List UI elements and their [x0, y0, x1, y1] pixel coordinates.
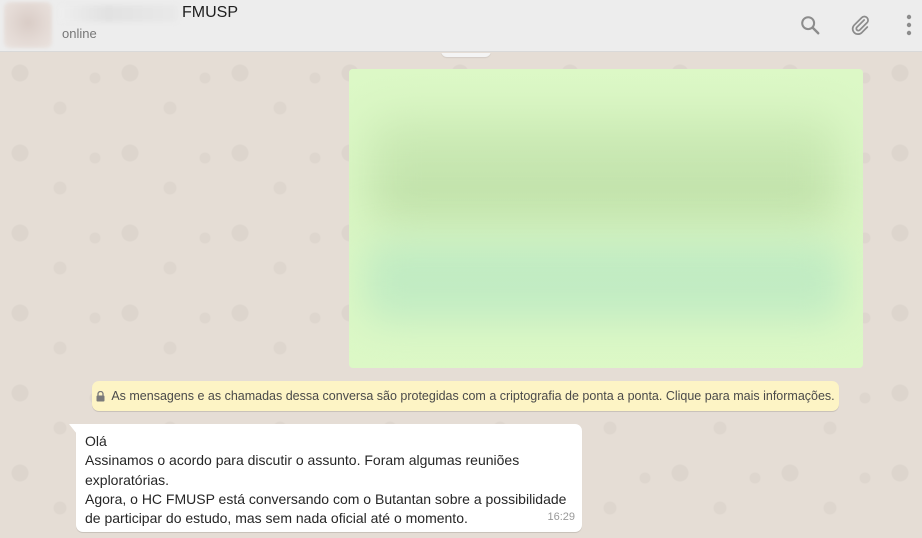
contact-avatar[interactable] [4, 2, 52, 48]
message-timestamp: 16:29 [547, 510, 575, 523]
incoming-message[interactable]: Olá Assinamos o acordo para discutir o a… [69, 424, 582, 532]
chat-header: FMUSP online [0, 0, 922, 52]
conversation-panel[interactable]: As mensagens e as chamadas dessa convers… [0, 53, 922, 538]
encryption-notice-text: As mensagens e as chamadas dessa convers… [111, 389, 835, 403]
menu-dots-icon[interactable] [898, 12, 920, 38]
contact-name-redacted [60, 5, 178, 22]
message-line: Assinamos o acordo para discutir o assun… [85, 452, 520, 469]
message-line: de participar do estudo, mas sem nada of… [85, 510, 468, 527]
contact-name[interactable]: FMUSP [182, 4, 238, 22]
message-line: Agora, o HC FMUSP está conversando com o… [85, 490, 567, 507]
outgoing-image-message[interactable] [349, 69, 863, 368]
lock-icon [96, 390, 105, 402]
image-overlay [349, 69, 863, 368]
contact-status: online [62, 26, 97, 41]
search-icon[interactable] [797, 12, 823, 38]
paperclip-icon[interactable] [847, 12, 873, 38]
date-tab [441, 53, 491, 57]
message-line: exploratórias. [85, 471, 170, 488]
message-line: Olá [85, 433, 107, 449]
encryption-notice[interactable]: As mensagens e as chamadas dessa convers… [92, 381, 839, 411]
